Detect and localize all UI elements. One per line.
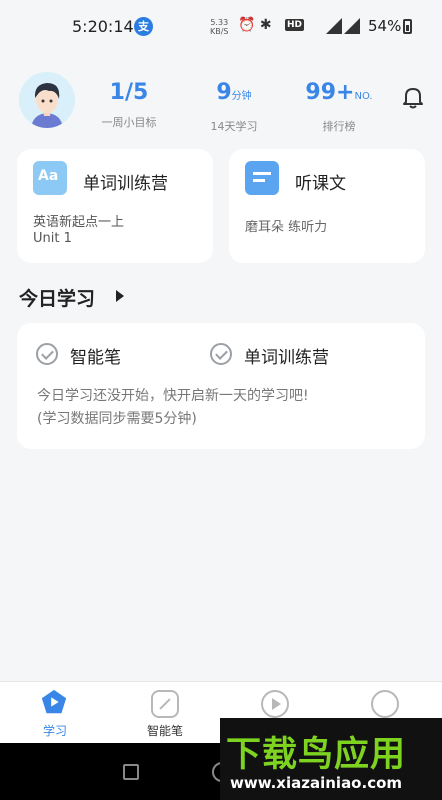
listen-card-subtitle: 磨耳朵 练听力 xyxy=(245,220,328,235)
listen-doc-icon xyxy=(245,161,279,195)
pen-icon xyxy=(151,690,179,718)
study-pentagon-icon xyxy=(41,689,67,714)
vocab-book-name: 英语新起点一上 xyxy=(33,215,125,230)
watermark-brand: 下载鸟应用 xyxy=(226,735,407,775)
today-empty-message: 今日学习还没开始，快开启新一天的学习吧! (学习数据同步需要5分钟) xyxy=(37,385,417,431)
play-arrow-icon[interactable] xyxy=(116,290,124,302)
app-notification-icon: 支 xyxy=(134,17,153,36)
today-message-line2: (学习数据同步需要5分钟) xyxy=(37,411,197,427)
signal-icon-2 xyxy=(344,18,360,34)
stat-unit: 分钟 xyxy=(231,91,252,102)
stat-value: 1/5 xyxy=(109,80,149,105)
recent-apps-icon[interactable] xyxy=(123,764,139,780)
watermark: 下载鸟应用 www.xiazainiao.com xyxy=(220,718,442,800)
speed-unit: KB/S xyxy=(210,27,229,36)
today-item-smart-pen: 智能笔 xyxy=(70,348,121,368)
alarm-bluetooth-icon: ⏰ ✱ xyxy=(238,17,272,33)
stat-value: 9分钟 xyxy=(216,80,252,105)
stat-unit: NO. xyxy=(354,91,373,102)
today-study-title[interactable]: 今日学习 xyxy=(19,284,95,311)
vocab-camp-card[interactable]: Aa 单词训练营 英语新起点一上 Unit 1 xyxy=(17,149,213,263)
vocab-unit: Unit 1 xyxy=(33,231,72,246)
stat-value: 99+NO. xyxy=(305,80,373,105)
listen-card-title: 听课文 xyxy=(295,174,346,194)
tab-smart-pen[interactable]: 智能笔 xyxy=(110,682,220,744)
network-speed: 5.33 KB/S xyxy=(210,18,229,36)
avatar-illustration-icon xyxy=(19,72,75,128)
stat-label: 一周小目标 xyxy=(101,116,157,129)
status-time: 5:20:14 xyxy=(72,17,134,36)
play-circle-icon xyxy=(261,690,289,718)
tab-study[interactable]: 学习 xyxy=(0,682,110,744)
avatar[interactable] xyxy=(19,72,75,128)
face-icon xyxy=(371,690,399,718)
stat-label: 排行榜 xyxy=(322,120,356,133)
battery-percent: 54% xyxy=(368,17,402,35)
bell-icon[interactable] xyxy=(400,84,426,110)
check-circle-icon xyxy=(36,343,58,365)
vocab-book-icon: Aa xyxy=(33,161,67,195)
vocab-icon-text: Aa xyxy=(38,168,59,184)
weekly-goal-stat[interactable]: 1/5 一周小目标 xyxy=(88,80,170,130)
tab-study-label: 学习 xyxy=(42,724,67,738)
watermark-url: www.xiazainiao.com xyxy=(230,774,403,792)
battery-icon xyxy=(403,19,412,34)
speed-value: 5.33 xyxy=(210,18,229,27)
listen-text-card[interactable]: 听课文 磨耳朵 练听力 xyxy=(229,149,425,263)
signal-icon xyxy=(326,18,342,34)
stat-label: 14天学习 xyxy=(210,120,258,133)
today-message-line1: 今日学习还没开始，快开启新一天的学习吧! xyxy=(37,388,309,404)
check-circle-icon xyxy=(210,343,232,365)
today-item-vocab-camp: 单词训练营 xyxy=(244,348,329,368)
vocab-card-title: 单词训练营 xyxy=(83,174,168,194)
ranking-stat[interactable]: 99+NO. 排行榜 xyxy=(298,80,380,134)
tab-smart-pen-label: 智能笔 xyxy=(146,724,183,738)
hd-badge: HD xyxy=(285,19,305,31)
status-bar: 5:20:14 支 5.33 KB/S ⏰ ✱ HD 54% xyxy=(0,0,442,56)
study-minutes-stat[interactable]: 9分钟 14天学习 xyxy=(193,80,275,134)
